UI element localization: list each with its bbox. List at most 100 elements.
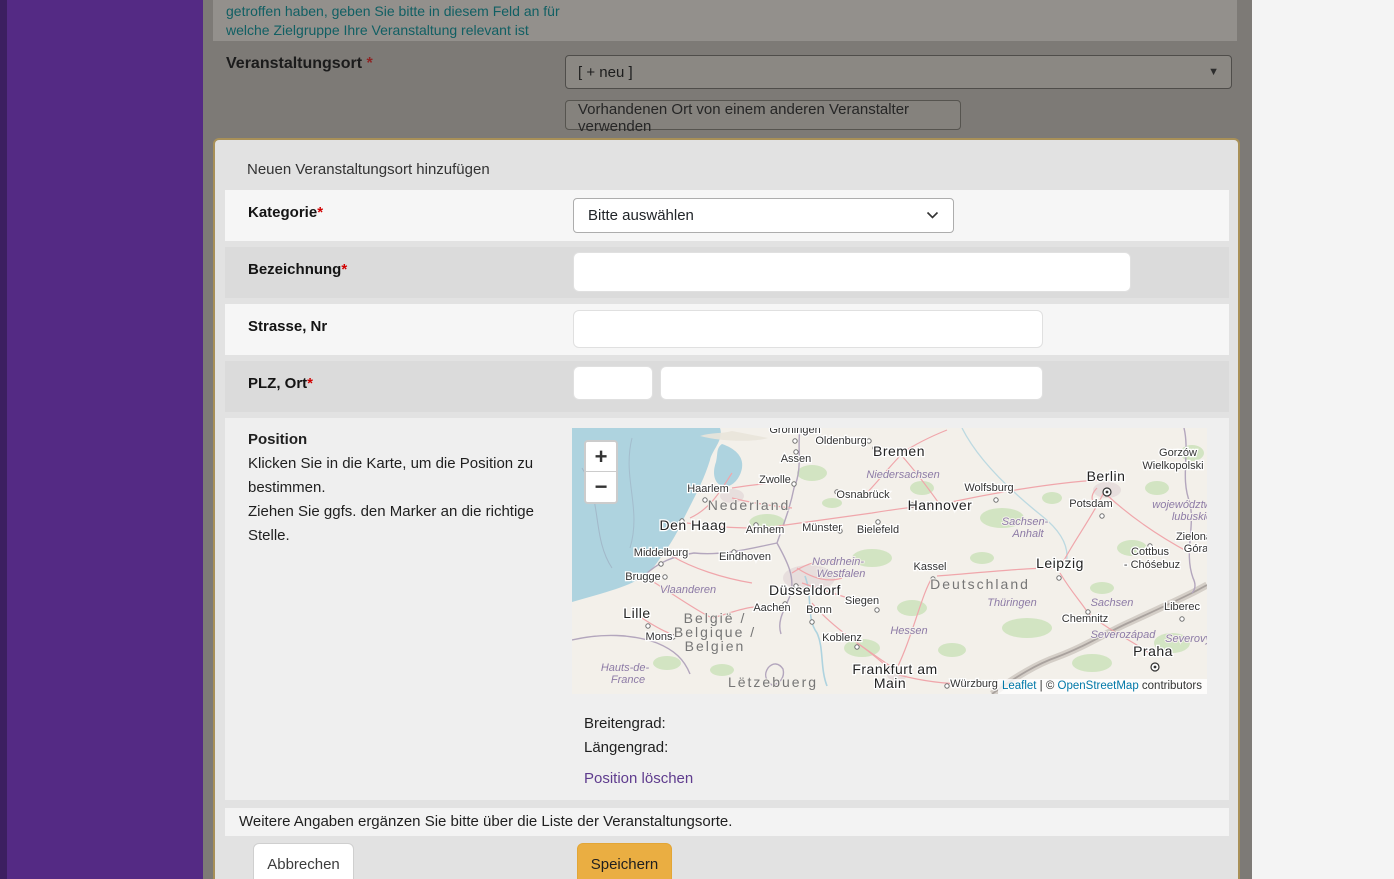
svg-text:Hessen: Hessen xyxy=(890,625,927,637)
svg-text:Berlin: Berlin xyxy=(1087,468,1126,484)
svg-text:Belgien: Belgien xyxy=(685,638,746,654)
svg-text:Düsseldorf: Düsseldorf xyxy=(769,582,841,598)
svg-text:Severovýchod: Severovýchod xyxy=(1165,633,1207,645)
help-text-line2: welche Zielgruppe Ihre Veranstaltung rel… xyxy=(226,21,1237,40)
svg-text:Middelburg: Middelburg xyxy=(634,547,688,559)
svg-text:Kassel: Kassel xyxy=(913,561,946,573)
strasse-input[interactable] xyxy=(573,310,1043,348)
svg-text:Praha: Praha xyxy=(1133,643,1173,659)
venue-label: Veranstaltungsort * xyxy=(226,55,373,73)
svg-text:Nordrhein-: Nordrhein- xyxy=(812,556,864,568)
svg-text:Würzburg: Würzburg xyxy=(950,678,998,690)
form-rows: Kategorie* Bitte auswählen Bezeichnung* … xyxy=(225,190,1229,879)
svg-text:Aachen: Aachen xyxy=(753,602,790,614)
zoom-out-button[interactable]: − xyxy=(586,472,616,502)
svg-text:Cottbus: Cottbus xyxy=(1131,546,1169,558)
svg-text:Siegen: Siegen xyxy=(845,595,879,607)
svg-text:Main: Main xyxy=(874,675,906,691)
position-help-text: Position Klicken Sie in die Karte, um di… xyxy=(248,428,560,548)
svg-text:Zielona: Zielona xyxy=(1176,531,1207,543)
laengengrad-label: Längengrad: xyxy=(584,739,668,756)
svg-text:Bonn: Bonn xyxy=(806,604,832,616)
svg-text:Severozápad: Severozápad xyxy=(1091,629,1157,641)
new-venue-panel: Neuen Veranstaltungsort hinzufügen Kateg… xyxy=(213,138,1240,879)
svg-text:Chemnitz: Chemnitz xyxy=(1062,613,1108,625)
kategorie-label: Kategorie* xyxy=(248,204,323,221)
svg-text:Den Haag: Den Haag xyxy=(659,517,726,533)
map-canvas: GroningenOldenburg Bremen Assen Zwolle Haarl… xyxy=(572,428,1207,694)
svg-text:Groningen: Groningen xyxy=(769,428,820,436)
attribution-suffix: contributors xyxy=(1139,680,1202,692)
map-zoom-control: + − xyxy=(584,440,618,504)
svg-text:Hauts-de-: Hauts-de- xyxy=(601,662,650,674)
kategorie-select-value: Bitte auswählen xyxy=(588,207,694,224)
svg-text:Oldenburg: Oldenburg xyxy=(815,435,866,447)
bezeichnung-label: Bezeichnung* xyxy=(248,261,347,278)
bezeichnung-input[interactable] xyxy=(573,252,1131,292)
button-row: Abbrechen Speichern xyxy=(225,843,1229,879)
screen: getroffen haben, geben Sie bitte in dies… xyxy=(0,0,1394,879)
leaflet-map[interactable]: GroningenOldenburg Bremen Assen Zwolle Haarl… xyxy=(572,428,1207,694)
svg-text:Mons: Mons xyxy=(646,631,673,643)
page-background xyxy=(1252,0,1394,879)
openstreetmap-link[interactable]: OpenStreetMap xyxy=(1058,680,1139,692)
svg-text:Münster: Münster xyxy=(802,522,842,534)
svg-text:Gorzów: Gorzów xyxy=(1159,447,1197,459)
plz-ort-label: PLZ, Ort* xyxy=(248,375,313,392)
svg-text:Leipzig: Leipzig xyxy=(1036,555,1084,571)
svg-text:Eindhoven: Eindhoven xyxy=(719,551,771,563)
kategorie-select[interactable]: Bitte auswählen xyxy=(573,198,954,233)
svg-text:Brugge: Brugge xyxy=(625,571,660,583)
svg-text:Haarlem: Haarlem xyxy=(687,483,729,495)
plz-input[interactable] xyxy=(573,366,653,400)
svg-text:Thüringen: Thüringen xyxy=(987,597,1037,609)
svg-text:Zwolle: Zwolle xyxy=(759,474,791,486)
required-asterisk: * xyxy=(317,204,323,221)
delete-position-link[interactable]: Position löschen xyxy=(584,770,693,787)
venue-select-value: [ + neu ] xyxy=(578,64,633,81)
row-plz-ort: PLZ, Ort* xyxy=(225,361,1229,412)
svg-text:France: France xyxy=(611,674,645,686)
svg-text:Lille: Lille xyxy=(623,605,650,621)
svg-text:Wielkopolski: Wielkopolski xyxy=(1142,460,1203,472)
row-position: Position Klicken Sie in die Karte, um di… xyxy=(225,418,1229,800)
use-existing-venue-button[interactable]: Vorhandenen Ort von einem anderen Verans… xyxy=(565,100,961,130)
svg-text:Sachsen: Sachsen xyxy=(1091,597,1134,609)
svg-text:Sachsen-: Sachsen- xyxy=(1002,516,1049,528)
svg-text:Nederland: Nederland xyxy=(708,497,791,513)
svg-text:Góra: Góra xyxy=(1184,543,1207,555)
svg-text:Vlaanderen: Vlaanderen xyxy=(660,584,716,596)
svg-text:Westfalen: Westfalen xyxy=(817,568,866,580)
svg-text:Deutschland: Deutschland xyxy=(930,576,1030,592)
zoom-in-button[interactable]: + xyxy=(586,442,616,472)
required-asterisk: * xyxy=(307,375,313,392)
row-bezeichnung: Bezeichnung* xyxy=(225,247,1229,298)
svg-text:- Chóśebuz: - Chóśebuz xyxy=(1124,559,1180,571)
svg-text:Anhalt: Anhalt xyxy=(1011,528,1044,540)
cancel-button[interactable]: Abbrechen xyxy=(253,843,354,879)
svg-text:Liberec: Liberec xyxy=(1164,601,1201,613)
svg-text:Osnabrück: Osnabrück xyxy=(836,489,890,501)
chevron-down-icon xyxy=(926,211,939,220)
panel-title: Neuen Veranstaltungsort hinzufügen xyxy=(215,140,1238,190)
breitengrad-label: Breitengrad: xyxy=(584,715,666,732)
sidebar-edge xyxy=(0,0,7,879)
help-text-line1: getroffen haben, geben Sie bitte in dies… xyxy=(226,2,1237,21)
svg-text:Koblenz: Koblenz xyxy=(822,632,862,644)
position-label: Position xyxy=(248,428,560,452)
ort-input[interactable] xyxy=(660,366,1043,400)
row-strasse: Strasse, Nr xyxy=(225,304,1229,355)
required-asterisk: * xyxy=(366,55,372,72)
svg-text:Bremen: Bremen xyxy=(873,443,925,459)
chevron-down-icon: ▼ xyxy=(1208,66,1219,78)
row-kategorie: Kategorie* Bitte auswählen xyxy=(225,190,1229,241)
venue-select[interactable]: [ + neu ] ▼ xyxy=(565,55,1232,89)
leaflet-link[interactable]: Leaflet xyxy=(1002,680,1037,692)
svg-text:Niedersachsen: Niedersachsen xyxy=(866,469,939,481)
save-button[interactable]: Speichern xyxy=(577,843,672,879)
svg-text:Assen: Assen xyxy=(781,453,812,465)
svg-text:Arnhem: Arnhem xyxy=(746,524,785,536)
svg-text:Bielefeld: Bielefeld xyxy=(857,524,899,536)
svg-text:Potsdam: Potsdam xyxy=(1069,498,1112,510)
svg-text:lubuskie: lubuskie xyxy=(1172,511,1207,523)
